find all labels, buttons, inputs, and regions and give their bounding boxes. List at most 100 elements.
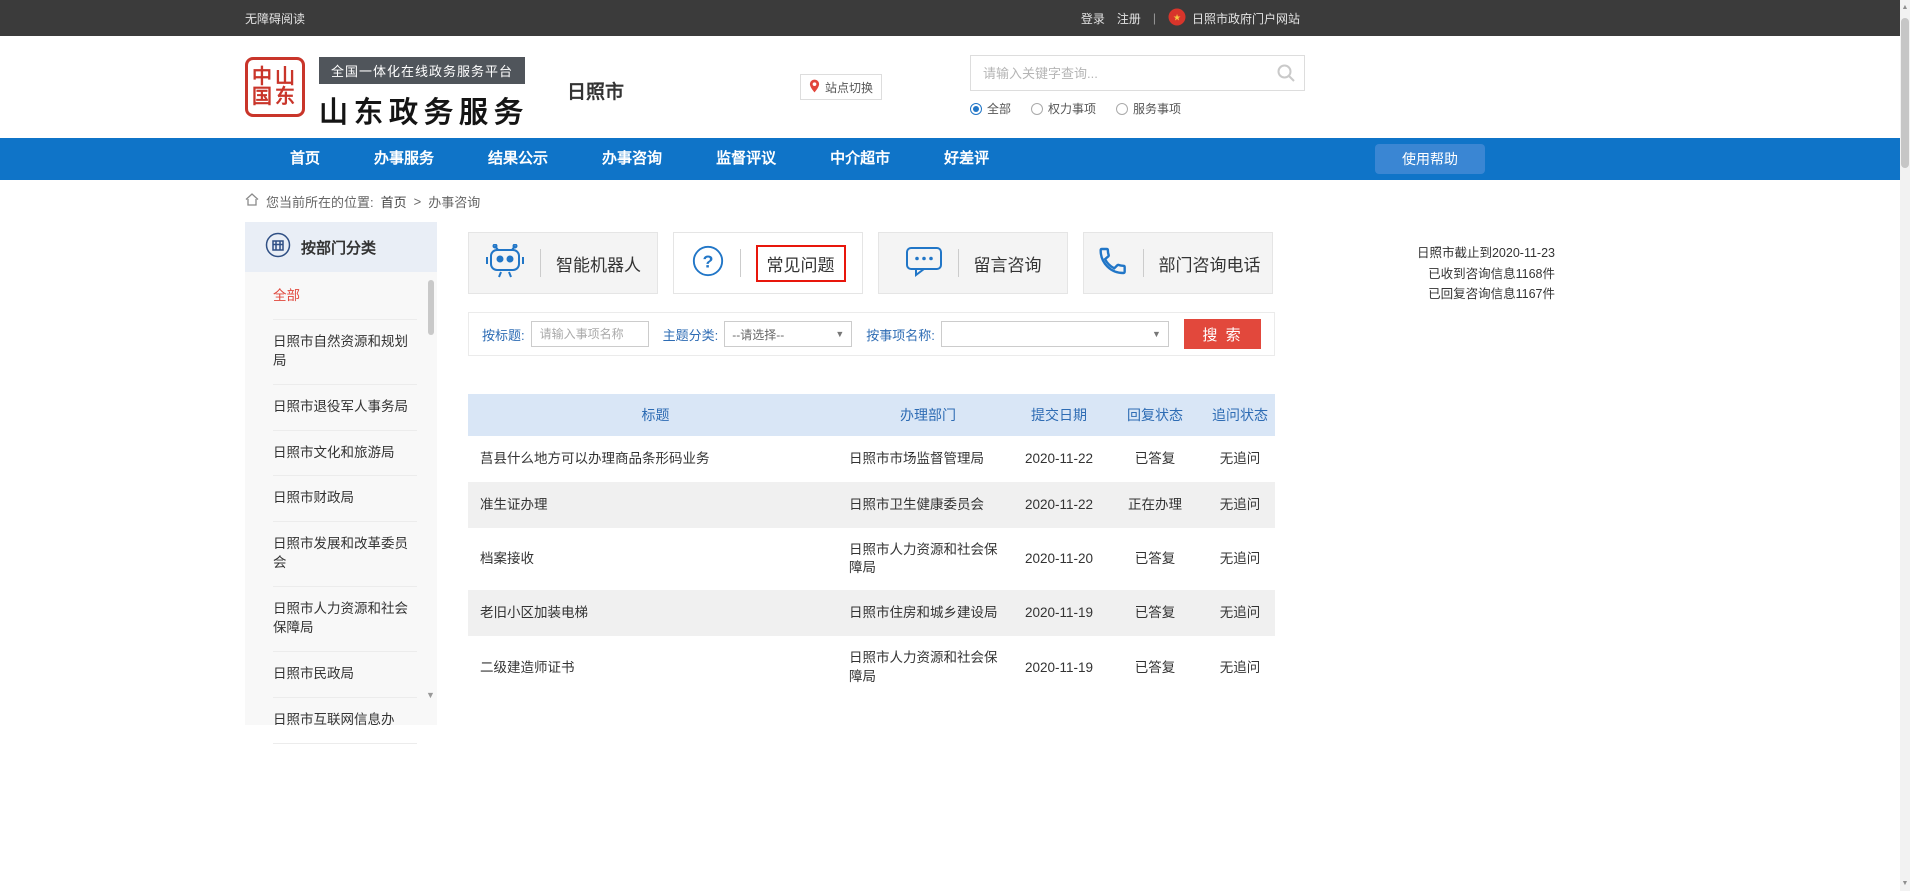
sidebar-title: 按部门分类: [245, 222, 437, 272]
page-scrollbar[interactable]: ▲ ▼: [1900, 0, 1910, 891]
item-name-select[interactable]: ▼: [941, 321, 1169, 347]
help-button[interactable]: 使用帮助: [1375, 144, 1485, 174]
row-follow-status: 无追问: [1205, 591, 1275, 635]
scope-label-service: 服务事项: [1133, 100, 1181, 117]
portal-link[interactable]: ★ 日照市政府门户网站: [1168, 8, 1300, 29]
tab-label-message-consult: 留言咨询: [974, 251, 1042, 276]
nav-item-consult[interactable]: 办事咨询: [575, 138, 689, 180]
tab-label-phone-consult: 部门咨询电话: [1159, 251, 1261, 276]
phone-icon: [1096, 245, 1128, 282]
topbar: 无障碍阅读 登录 注册 | ★ 日照市政府门户网站: [0, 0, 1910, 36]
tab-message-consult[interactable]: 留言咨询: [878, 232, 1068, 294]
nav-item-rating[interactable]: 好差评: [917, 138, 1016, 180]
sidebar-item-all[interactable]: 全部: [273, 274, 417, 320]
scope-radio-all[interactable]: 全部: [970, 100, 1011, 117]
platform-badge: 全国一体化在线政务服务平台: [319, 57, 525, 84]
scope-radio-service[interactable]: 服务事项: [1116, 100, 1181, 117]
radio-unselected-icon: [1031, 103, 1043, 115]
tab-divider: [540, 249, 541, 277]
scope-radio-power[interactable]: 权力事项: [1031, 100, 1096, 117]
nav-item-services[interactable]: 办事服务: [347, 138, 461, 180]
site-logo[interactable]: 中国 山东 全国一体化在线政务服务平台 山东政务服务: [245, 57, 529, 131]
title-search-input[interactable]: [531, 321, 649, 347]
sidebar-item-civil-affairs[interactable]: 日照市民政局: [273, 652, 417, 698]
search-icon[interactable]: [1268, 56, 1304, 90]
row-date: 2020-11-20: [1013, 537, 1105, 581]
page-scrollbar-thumb[interactable]: [1901, 18, 1909, 168]
site-switch-button[interactable]: 站点切换: [800, 74, 882, 100]
consult-stats: 日照市截止到2020-11-23 已收到咨询信息1168件 已回复咨询信息116…: [1395, 243, 1555, 305]
row-follow-status: 无追问: [1205, 537, 1275, 581]
register-link[interactable]: 注册: [1117, 10, 1141, 27]
site-switch-label: 站点切换: [825, 79, 873, 96]
sidebar-item-natural-resources[interactable]: 日照市自然资源和规划局: [273, 320, 417, 385]
row-department: 日照市卫生健康委员会: [843, 483, 1013, 527]
main-nav: 首页 办事服务 结果公示 办事咨询 监督评议 中介超市 好差评 使用帮助: [0, 138, 1910, 180]
row-department: 日照市住房和城乡建设局: [843, 591, 1013, 635]
tab-faq[interactable]: ? 常见问题: [673, 232, 863, 294]
tab-phone-consult[interactable]: 部门咨询电话: [1083, 232, 1273, 294]
breadcrumb: 您当前所在的位置: 首页 > 办事咨询: [245, 180, 1910, 222]
chevron-down-icon: ▼: [835, 329, 844, 339]
portal-label: 日照市政府门户网站: [1192, 10, 1300, 27]
row-title-link[interactable]: 档案接收: [468, 537, 843, 581]
table-row[interactable]: 二级建造师证书 日照市人力资源和社会保障局 2020-11-19 已答复 无追问: [468, 636, 1275, 698]
seal-text-top: 中国: [252, 67, 275, 107]
brand-name: 山东政务服务: [319, 89, 529, 131]
scope-label-all: 全部: [987, 100, 1011, 117]
nav-item-supervision[interactable]: 监督评议: [689, 138, 803, 180]
scroll-down-icon[interactable]: ▼: [1900, 880, 1910, 887]
tab-divider: [1143, 249, 1144, 277]
nav-item-agency[interactable]: 中介超市: [803, 138, 917, 180]
row-title-link[interactable]: 二级建造师证书: [468, 646, 843, 690]
table-row[interactable]: 档案接收 日照市人力资源和社会保障局 2020-11-20 已答复 无追问: [468, 528, 1275, 590]
sidebar-item-veterans[interactable]: 日照市退役军人事务局: [273, 385, 417, 431]
department-sidebar: 按部门分类 全部 日照市自然资源和规划局 日照市退役军人事务局 日照市文化和旅游…: [245, 222, 437, 725]
row-follow-status: 无追问: [1205, 646, 1275, 690]
location-pin-icon: [809, 79, 820, 96]
tab-divider: [740, 249, 741, 277]
sidebar-item-finance[interactable]: 日照市财政局: [273, 476, 417, 522]
message-icon: [905, 245, 943, 282]
breadcrumb-home[interactable]: 首页: [381, 192, 407, 211]
row-title-link[interactable]: 准生证办理: [468, 483, 843, 527]
col-header-title: 标题: [468, 406, 843, 425]
department-category-icon: [265, 232, 291, 262]
col-header-date: 提交日期: [1013, 406, 1105, 425]
sidebar-scrollbar[interactable]: ▼: [428, 280, 434, 700]
sidebar-item-development-reform[interactable]: 日照市发展和改革委员会: [273, 522, 417, 587]
row-title-link[interactable]: 老旧小区加装电梯: [468, 591, 843, 635]
tab-smart-robot[interactable]: 智能机器人: [468, 232, 658, 294]
sidebar-item-culture-tourism[interactable]: 日照市文化和旅游局: [273, 431, 417, 477]
search-input[interactable]: [971, 66, 1268, 81]
tab-label-faq: 常见问题: [756, 245, 846, 282]
filter-category-label: 主题分类:: [663, 325, 719, 344]
sidebar-scrollbar-thumb[interactable]: [428, 280, 434, 335]
row-department: 日照市人力资源和社会保障局: [843, 636, 1013, 698]
nav-item-results[interactable]: 结果公示: [461, 138, 575, 180]
table-row[interactable]: 准生证办理 日照市卫生健康委员会 2020-11-22 正在办理 无追问: [468, 482, 1275, 528]
sidebar-item-internet-info[interactable]: 日照市互联网信息办: [273, 698, 417, 744]
table-row[interactable]: 莒县什么地方可以办理商品条形码业务 日照市市场监督管理局 2020-11-22 …: [468, 436, 1275, 482]
sidebar-item-human-resources[interactable]: 日照市人力资源和社会保障局: [273, 587, 417, 652]
nav-item-home[interactable]: 首页: [263, 138, 347, 180]
scroll-up-icon[interactable]: ▲: [1900, 4, 1910, 11]
row-reply-status: 已答复: [1105, 437, 1205, 481]
row-reply-status: 已答复: [1105, 537, 1205, 581]
accessibility-link[interactable]: 无障碍阅读: [245, 10, 305, 27]
main-content: 智能机器人 ? 常见问题 留言咨询: [468, 222, 1275, 725]
filter-bar: 按标题: 主题分类: --请选择-- ▼ 按事项名称: ▼ 搜 索: [468, 312, 1275, 356]
row-follow-status: 无追问: [1205, 437, 1275, 481]
consult-tabs: 智能机器人 ? 常见问题 留言咨询: [468, 232, 1275, 294]
sidebar-scroll-down-icon[interactable]: ▼: [426, 690, 435, 700]
sidebar-title-label: 按部门分类: [301, 237, 376, 258]
filter-item-label: 按事项名称:: [866, 325, 935, 344]
row-title-link[interactable]: 莒县什么地方可以办理商品条形码业务: [468, 437, 843, 481]
category-select[interactable]: --请选择-- ▼: [724, 321, 852, 347]
search-button[interactable]: 搜 索: [1184, 319, 1261, 349]
radio-selected-icon: [970, 103, 982, 115]
login-link[interactable]: 登录: [1081, 10, 1105, 27]
table-row[interactable]: 老旧小区加装电梯 日照市住房和城乡建设局 2020-11-19 已答复 无追问: [468, 590, 1275, 636]
robot-icon: [485, 244, 525, 283]
scope-label-power: 权力事项: [1048, 100, 1096, 117]
